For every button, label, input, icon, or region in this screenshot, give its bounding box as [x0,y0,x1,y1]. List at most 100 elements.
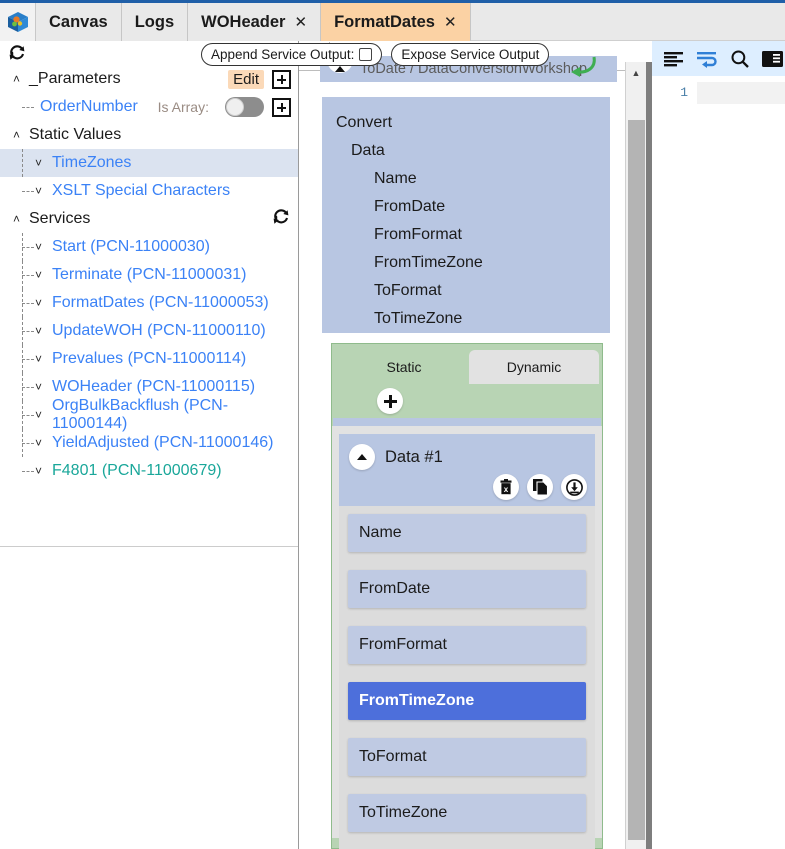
tree-guide [22,191,34,192]
tab-bar: Canvas Logs WOHeader ✕ FormatDates ✕ [0,0,785,41]
data-card-header: Data #1 x [339,434,595,506]
schema-tree-node[interactable]: Data [322,137,610,165]
refresh-services-icon[interactable] [271,207,291,232]
schema-tree-node[interactable]: ToFormat [322,277,610,305]
caret-up-icon [357,454,367,460]
schema-tree-node[interactable]: Name [322,165,610,193]
panel-divider[interactable] [646,62,652,849]
data-card-collapse-button[interactable] [349,444,375,470]
add-data-button[interactable] [377,388,403,414]
editor-lines[interactable]: 1 [652,82,785,104]
format-lines-button[interactable] [662,47,685,71]
sidebar-group-parameters[interactable]: ˄ _Parameters Edit [0,65,298,93]
sidebar-item-service[interactable]: ˅ YieldAdjusted (PCN-11000146) [0,429,298,457]
tree-guide [22,415,34,416]
tab-static[interactable]: Static [339,350,469,384]
app-logo[interactable] [0,3,36,41]
sidebar-item-label: Prevalues (PCN-11000114) [52,350,247,367]
sidebar-item-service[interactable]: ˅ OrgBulkBackflush (PCN-11000144) [0,397,298,432]
scrollbar-thumb[interactable] [628,120,645,840]
sidebar-item-service[interactable]: ˅ Start (PCN-11000030) [0,233,298,261]
schema-tree-node[interactable]: FromDate [322,193,610,221]
tree-guide [22,247,34,248]
tab-label: WOHeader [201,12,286,31]
static-dynamic-panel: Static Dynamic Data #1 x Name FromDate F… [331,343,603,849]
sidebar: ˄ _Parameters Edit OrderNumber Is Array:… [0,41,299,849]
tab-formatdates[interactable]: FormatDates ✕ [321,3,471,41]
schema-tree-node[interactable]: Convert [322,109,610,137]
copy-data-button[interactable] [527,474,553,500]
append-service-output-toggle[interactable]: Append Service Output: [201,43,383,66]
add-ordernumber-icon[interactable] [272,97,291,117]
tab-dynamic[interactable]: Dynamic [469,350,599,384]
caret-up-icon [335,66,345,72]
tab-logs[interactable]: Logs [121,3,189,41]
data-field[interactable]: FromTimeZone [348,682,586,720]
copy-icon [532,479,548,496]
data-field[interactable]: ToFormat [348,738,586,776]
sidebar-item-service[interactable]: ˅ Terminate (PCN-11000031) [0,261,298,289]
data-field[interactable]: ToTimeZone [348,794,586,832]
close-icon[interactable]: ✕ [444,13,457,31]
service-output-pills: Append Service Output: Expose Service Ou… [201,43,550,66]
close-icon[interactable]: ✕ [294,13,307,31]
sidebar-item-service[interactable]: ˅ F4801 (PCN-11000679) [0,457,298,485]
return-arrow-icon[interactable] [565,56,599,82]
data-field[interactable]: FromDate [348,570,586,608]
sidebar-item-label: FormatDates (PCN-11000053) [52,294,269,311]
sidebar-divider [0,546,298,547]
schema-tree-card: Convert Data Name FromDate FromFormat FromTim… [322,97,610,333]
tab-canvas[interactable]: Canvas [36,3,122,41]
sidebar-group-static-values[interactable]: ˄ Static Values [0,121,298,149]
sidebar-item-service[interactable]: ˅ UpdateWOH (PCN-11000110) [0,317,298,345]
editor-line[interactable]: 1 [652,82,785,104]
chevron-up-icon[interactable]: ˄ [8,73,25,85]
sidebar-item-service[interactable]: ˅ Prevalues (PCN-11000114) [0,345,298,373]
chevron-down-icon[interactable]: ˅ [30,157,47,169]
panel-toggle-button[interactable] [762,47,785,71]
sidebar-group-services[interactable]: ˄ Services [0,205,298,233]
main-scrollbar[interactable]: ▲ [625,62,646,849]
search-icon [731,49,749,68]
tab-label: Dynamic [506,359,562,375]
data-field[interactable]: Name [348,514,586,552]
tree-guide [22,107,34,108]
word-wrap-button[interactable] [695,47,718,71]
append-service-output-checkbox[interactable] [359,48,373,61]
add-parameter-icon[interactable] [272,69,291,89]
sidebar-item-ordernumber[interactable]: OrderNumber Is Array: [0,93,298,121]
download-data-button[interactable] [561,474,587,500]
sidebar-group-label: Services [29,210,91,227]
sidebar-item-label: Start (PCN-11000030) [52,238,210,255]
search-button[interactable] [729,47,752,71]
panel-accent-strip [333,418,601,426]
schema-tree-node[interactable]: ToTimeZone [322,305,610,333]
chevron-up-icon[interactable]: ˄ [8,129,25,141]
sidebar-group-label: Static Values [29,126,122,143]
scroll-up-button[interactable]: ▲ [626,62,646,83]
panel-body: Data #1 x Name FromDate FromFormat FromT… [332,426,602,849]
sidebar-item-timezones[interactable]: ˅ TimeZones [0,149,298,177]
delete-icon: x [500,478,512,494]
is-array-toggle[interactable] [225,97,264,117]
sidebar-item-label: TimeZones [52,154,132,171]
sidebar-item-service[interactable]: ˅ FormatDates (PCN-11000053) [0,289,298,317]
sidebar-item-label: WOHeader (PCN-11000115) [52,378,256,395]
tab-woheader[interactable]: WOHeader ✕ [188,3,322,41]
data-field[interactable]: FromFormat [348,626,586,664]
expose-service-output-toggle[interactable]: Expose Service Output [391,43,550,66]
schema-tree-node[interactable]: FromFormat [322,221,610,249]
chevron-up-icon[interactable]: ˄ [8,213,25,225]
edit-button[interactable]: Edit [228,69,264,89]
delete-data-button[interactable]: x [493,474,519,500]
tree-guide [22,387,34,388]
tree-guide [22,275,34,276]
tab-label: Canvas [49,12,108,31]
tree-guide [22,471,34,472]
schema-tree-node[interactable]: FromTimeZone [322,249,610,277]
sidebar-item-xslt-special-characters[interactable]: ˅ XSLT Special Characters [0,177,298,205]
tab-bar-filler [470,3,785,41]
word-wrap-icon [696,51,717,68]
code-line-content[interactable] [697,82,785,104]
tab-label: FormatDates [334,12,435,31]
